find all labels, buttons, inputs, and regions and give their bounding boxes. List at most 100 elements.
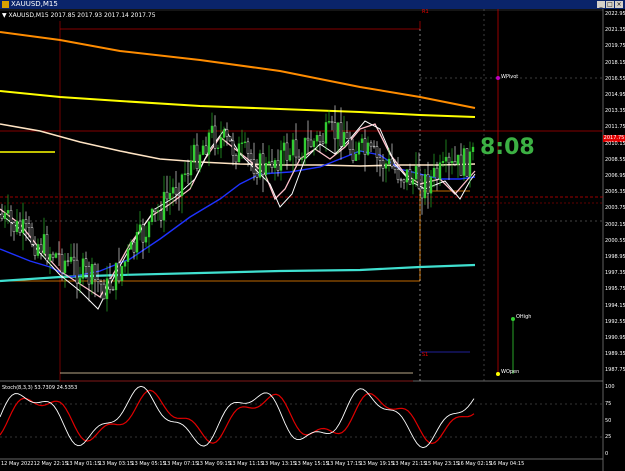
candle-body	[162, 191, 166, 221]
candle-body	[243, 141, 247, 144]
price-scale-label: 2019.75	[605, 43, 625, 50]
candle-body	[252, 159, 256, 174]
time-axis-label: 13 May 09:15	[196, 461, 231, 467]
candle-body	[363, 138, 367, 155]
candle-body	[75, 259, 79, 284]
time-axis-label: 13 May 17:15	[327, 461, 362, 467]
price-scale-label: 2008.55	[605, 156, 625, 163]
candle-body	[138, 224, 142, 233]
candle-body	[282, 142, 286, 151]
s1-label: S1	[422, 352, 429, 358]
candle-body	[123, 261, 127, 267]
candle-body	[270, 161, 274, 168]
candle-body	[348, 138, 352, 150]
candle-body	[60, 254, 64, 273]
candle-body	[447, 156, 451, 164]
candle-body	[114, 262, 118, 291]
candle-body	[12, 222, 16, 232]
candle-body	[111, 289, 115, 291]
price-scale-label: 1997.35	[605, 270, 625, 277]
candle-body	[360, 138, 364, 143]
price-scale-label: 2014.95	[605, 92, 625, 98]
candle-body	[189, 161, 193, 176]
candle-body	[99, 281, 103, 285]
candle-body	[387, 158, 391, 164]
time-axis-label: 13 May 03:15	[98, 461, 134, 467]
window-title: XAUUSD,M15	[11, 0, 58, 8]
candle-body	[429, 176, 433, 194]
candle-body	[255, 173, 259, 178]
candle-body	[207, 132, 211, 155]
stoch-scale-label: 25	[605, 434, 612, 440]
close-button[interactable]: ×	[615, 1, 623, 8]
price-scale-label: 2011.75	[605, 124, 625, 131]
candle-body	[3, 213, 7, 219]
candle-body	[384, 163, 388, 169]
price-scale-label: 2002.15	[605, 221, 625, 228]
candle-body	[375, 146, 379, 158]
candle-body	[414, 166, 418, 180]
candle-body	[117, 262, 121, 282]
time-axis-label: 13 May 19:15	[359, 461, 394, 467]
candle-body	[468, 151, 472, 177]
wpivot-marker	[496, 76, 500, 80]
candle-body	[153, 208, 157, 212]
chart-area[interactable]: ▼ XAUUSD,M15 2017.85 2017.93 2017.14 201…	[0, 9, 625, 471]
time-axis-label: 13 May 01:15	[66, 461, 101, 467]
candle-body	[357, 142, 361, 155]
maximize-button[interactable]: □	[606, 1, 614, 8]
price-scale-label: 2003.75	[605, 205, 625, 212]
candle-body	[351, 149, 355, 161]
price-scale-label: 2005.35	[605, 189, 625, 196]
candle-body	[249, 153, 253, 160]
candle-body	[141, 224, 145, 243]
candle-body	[201, 145, 205, 156]
window-titlebar[interactable]: XAUUSD,M15 _ □ ×	[0, 0, 625, 9]
candle-body	[390, 158, 394, 168]
candle-body	[57, 253, 61, 255]
candle-body	[327, 121, 331, 123]
candle-body	[147, 221, 151, 238]
price-chart-canvas[interactable]	[0, 9, 625, 471]
candle-body	[156, 210, 160, 212]
candle-body	[372, 145, 376, 148]
candle-body	[246, 141, 250, 154]
stoch-scale-label: 0	[605, 451, 609, 457]
stoch-header: Stoch(8,3,3) 53.7309 24.5353	[2, 385, 78, 391]
candle-body	[204, 145, 208, 155]
minimize-button[interactable]: _	[597, 1, 605, 8]
price-scale-label: 2006.95	[605, 173, 625, 179]
candle-body	[300, 158, 304, 160]
candle-body	[105, 278, 109, 300]
price-scale-label: 1998.95	[605, 254, 625, 260]
candle-body	[423, 174, 427, 199]
candlestick-series	[0, 105, 475, 312]
symbol-header: ▼ XAUUSD,M15 2017.85 2017.93 2017.14 201…	[2, 12, 156, 19]
time-axis-label: 12 May 22:15	[33, 461, 68, 467]
candle-body	[444, 156, 448, 162]
candle-body	[78, 278, 82, 284]
candle-body	[279, 150, 283, 171]
candle-body	[231, 140, 235, 156]
stoch-scale-label: 75	[605, 401, 612, 407]
candle-timer: 8:08	[480, 135, 535, 160]
candle-body	[54, 253, 58, 258]
candle-body	[0, 213, 4, 219]
candle-body	[45, 234, 49, 261]
candle-body	[294, 139, 298, 158]
time-axis-label: 12 May 2022	[1, 461, 34, 467]
candle-body	[441, 161, 445, 163]
candle-body	[267, 161, 271, 164]
time-axis-label: 13 May 07:15	[164, 461, 199, 467]
candle-body	[171, 187, 175, 194]
candle-body	[126, 249, 130, 262]
candle-body	[186, 173, 190, 176]
price-scale-label: 1995.75	[605, 286, 625, 293]
candle-body	[342, 132, 346, 147]
candle-body	[90, 264, 94, 285]
stoch-scale-label: 50	[605, 418, 612, 424]
candle-body	[288, 154, 292, 161]
candle-body	[198, 154, 202, 169]
candle-body	[258, 153, 262, 178]
candle-body	[459, 154, 463, 176]
